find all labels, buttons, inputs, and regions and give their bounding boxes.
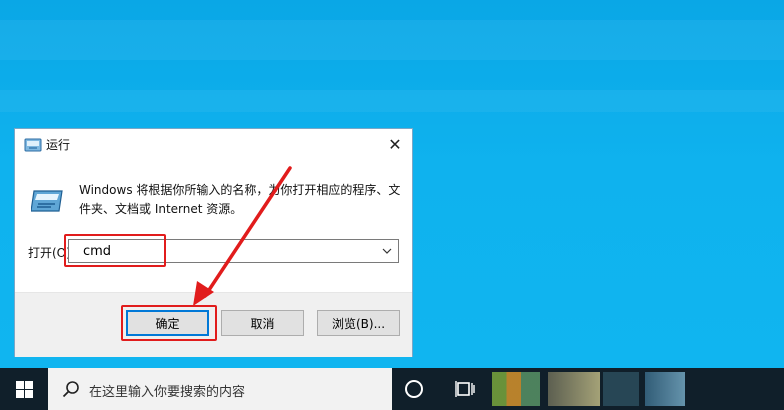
windows-logo-icon [15, 380, 33, 398]
search-icon [62, 381, 79, 398]
cortana-icon[interactable] [405, 380, 423, 398]
start-button[interactable] [0, 368, 48, 410]
task-view-icon[interactable] [455, 380, 475, 398]
search-placeholder: 在这里输入你要搜索的内容 [89, 385, 246, 400]
taskbar-app-1[interactable] [492, 372, 540, 406]
taskbar: 在这里输入你要搜索的内容 [0, 368, 784, 410]
taskbar-app-4[interactable] [645, 372, 685, 406]
taskbar-app-2[interactable] [548, 372, 600, 406]
annotation-arrow-icon [193, 166, 292, 306]
taskbar-search-box[interactable]: 在这里输入你要搜索的内容 [48, 368, 392, 410]
taskbar-app-3[interactable] [603, 372, 639, 406]
